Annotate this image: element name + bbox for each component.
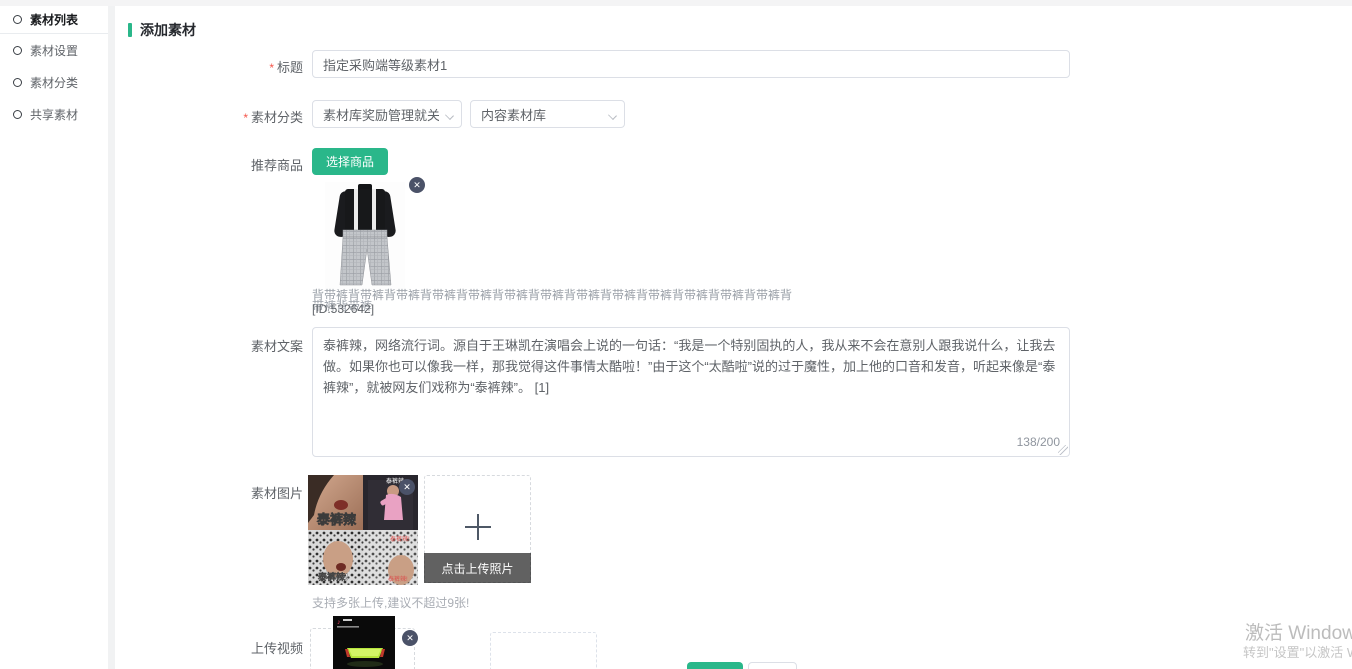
remove-product-icon[interactable]: ✕ [409, 177, 425, 193]
sidebar-item-shared-material[interactable]: 共享素材 [0, 98, 108, 130]
selected-value: 内容素材库 [481, 105, 546, 124]
title-input[interactable] [312, 50, 1070, 78]
required-asterisk: * [243, 111, 248, 125]
upload-photo-button[interactable]: 点击上传照片 [424, 553, 531, 583]
meme-caption-text: 泰裤辣! [388, 575, 408, 583]
plus-icon [465, 514, 491, 540]
sidebar-item-material-category[interactable]: 素材分类 [0, 66, 108, 98]
page-title: 添加素材 [128, 20, 196, 40]
cancel-button[interactable] [748, 662, 797, 669]
resize-handle-icon[interactable] [1058, 445, 1068, 455]
category-select-primary[interactable]: 素材库奖励管理就关机拉了 [312, 100, 462, 128]
sidebar-item-label: 素材列表 [30, 11, 78, 28]
required-asterisk: * [269, 61, 274, 75]
title-accent-bar [128, 23, 132, 37]
sidebar-item-material-settings[interactable]: 素材设置 [0, 34, 108, 66]
images-field-label: 素材图片 [193, 483, 303, 502]
char-counter: 138/200 [1017, 435, 1060, 449]
product-field-label: 推荐商品 [193, 155, 303, 174]
product-thumbnail[interactable] [325, 182, 405, 290]
add-material-panel: 添加素材 *标题 *素材分类 素材库奖励管理就关机拉了 内容素材库 推荐商品 选… [115, 6, 1352, 669]
sidebar-item-label: 共享素材 [30, 106, 78, 123]
sidebar: 素材列表 素材设置 素材分类 共享素材 [0, 6, 108, 669]
radio-circle-icon [13, 78, 22, 87]
title-field-label: *标题 [193, 57, 303, 76]
windows-activation-watermark: 激活 Windows [1245, 618, 1352, 645]
remove-video-icon[interactable]: ✕ [402, 630, 418, 646]
category-field-label: *素材分类 [193, 107, 303, 126]
app-window: 素材列表 素材设置 素材分类 共享素材 添加素材 *标题 *素材分类 [0, 0, 1352, 669]
upload-photo-box[interactable]: 点击上传照片 [424, 475, 531, 583]
chevron-down-icon [446, 112, 453, 119]
sidebar-item-label: 素材分类 [30, 74, 78, 91]
submit-button[interactable] [687, 662, 743, 669]
meme-caption-text: 泰裤辣! [317, 571, 348, 582]
svg-text:♪: ♪ [337, 619, 341, 626]
video-upload-slot-empty[interactable] [490, 632, 597, 669]
copy-textarea-wrap: 泰裤辣，网络流行词。源自于王琳凯在演唱会上说的一句话：“我是一个特别固执的人，我… [312, 327, 1070, 457]
meme-caption-text: 泰裤辣! [390, 535, 410, 543]
windows-activation-watermark-sub: 转到"设置"以激活 Wir [1243, 642, 1352, 661]
product-id-text: [ID:532642] [312, 302, 374, 316]
radio-circle-icon [13, 110, 22, 119]
select-product-button[interactable]: 选择商品 [312, 148, 388, 175]
category-select-secondary[interactable]: 内容素材库 [470, 100, 625, 128]
video-thumbnail[interactable]: ♪ [333, 616, 395, 669]
images-hint-text: 支持多张上传,建议不超过9张! [312, 594, 469, 611]
product-name-text: 背带裤背带裤背带裤背带裤背带裤背带裤背带裤背带裤背带裤背带裤背带裤背带裤背带裤背… [312, 290, 792, 312]
chevron-down-icon [609, 112, 616, 119]
page-title-text: 添加素材 [140, 20, 196, 40]
copy-field-label: 素材文案 [193, 336, 303, 355]
remove-image-icon[interactable]: ✕ [399, 479, 415, 495]
meme-caption-text: 泰裤辣 [316, 512, 357, 527]
sidebar-item-material-list[interactable]: 素材列表 [0, 6, 108, 34]
video-field-label: 上传视频 [193, 638, 303, 657]
panel-divider [108, 6, 115, 669]
radio-circle-icon [13, 15, 22, 24]
sidebar-item-label: 素材设置 [30, 42, 78, 59]
radio-circle-icon [13, 46, 22, 55]
selected-value: 素材库奖励管理就关机拉了 [323, 105, 439, 124]
copy-textarea[interactable]: 泰裤辣，网络流行词。源自于王琳凯在演唱会上说的一句话：“我是一个特别固执的人，我… [312, 327, 1070, 457]
